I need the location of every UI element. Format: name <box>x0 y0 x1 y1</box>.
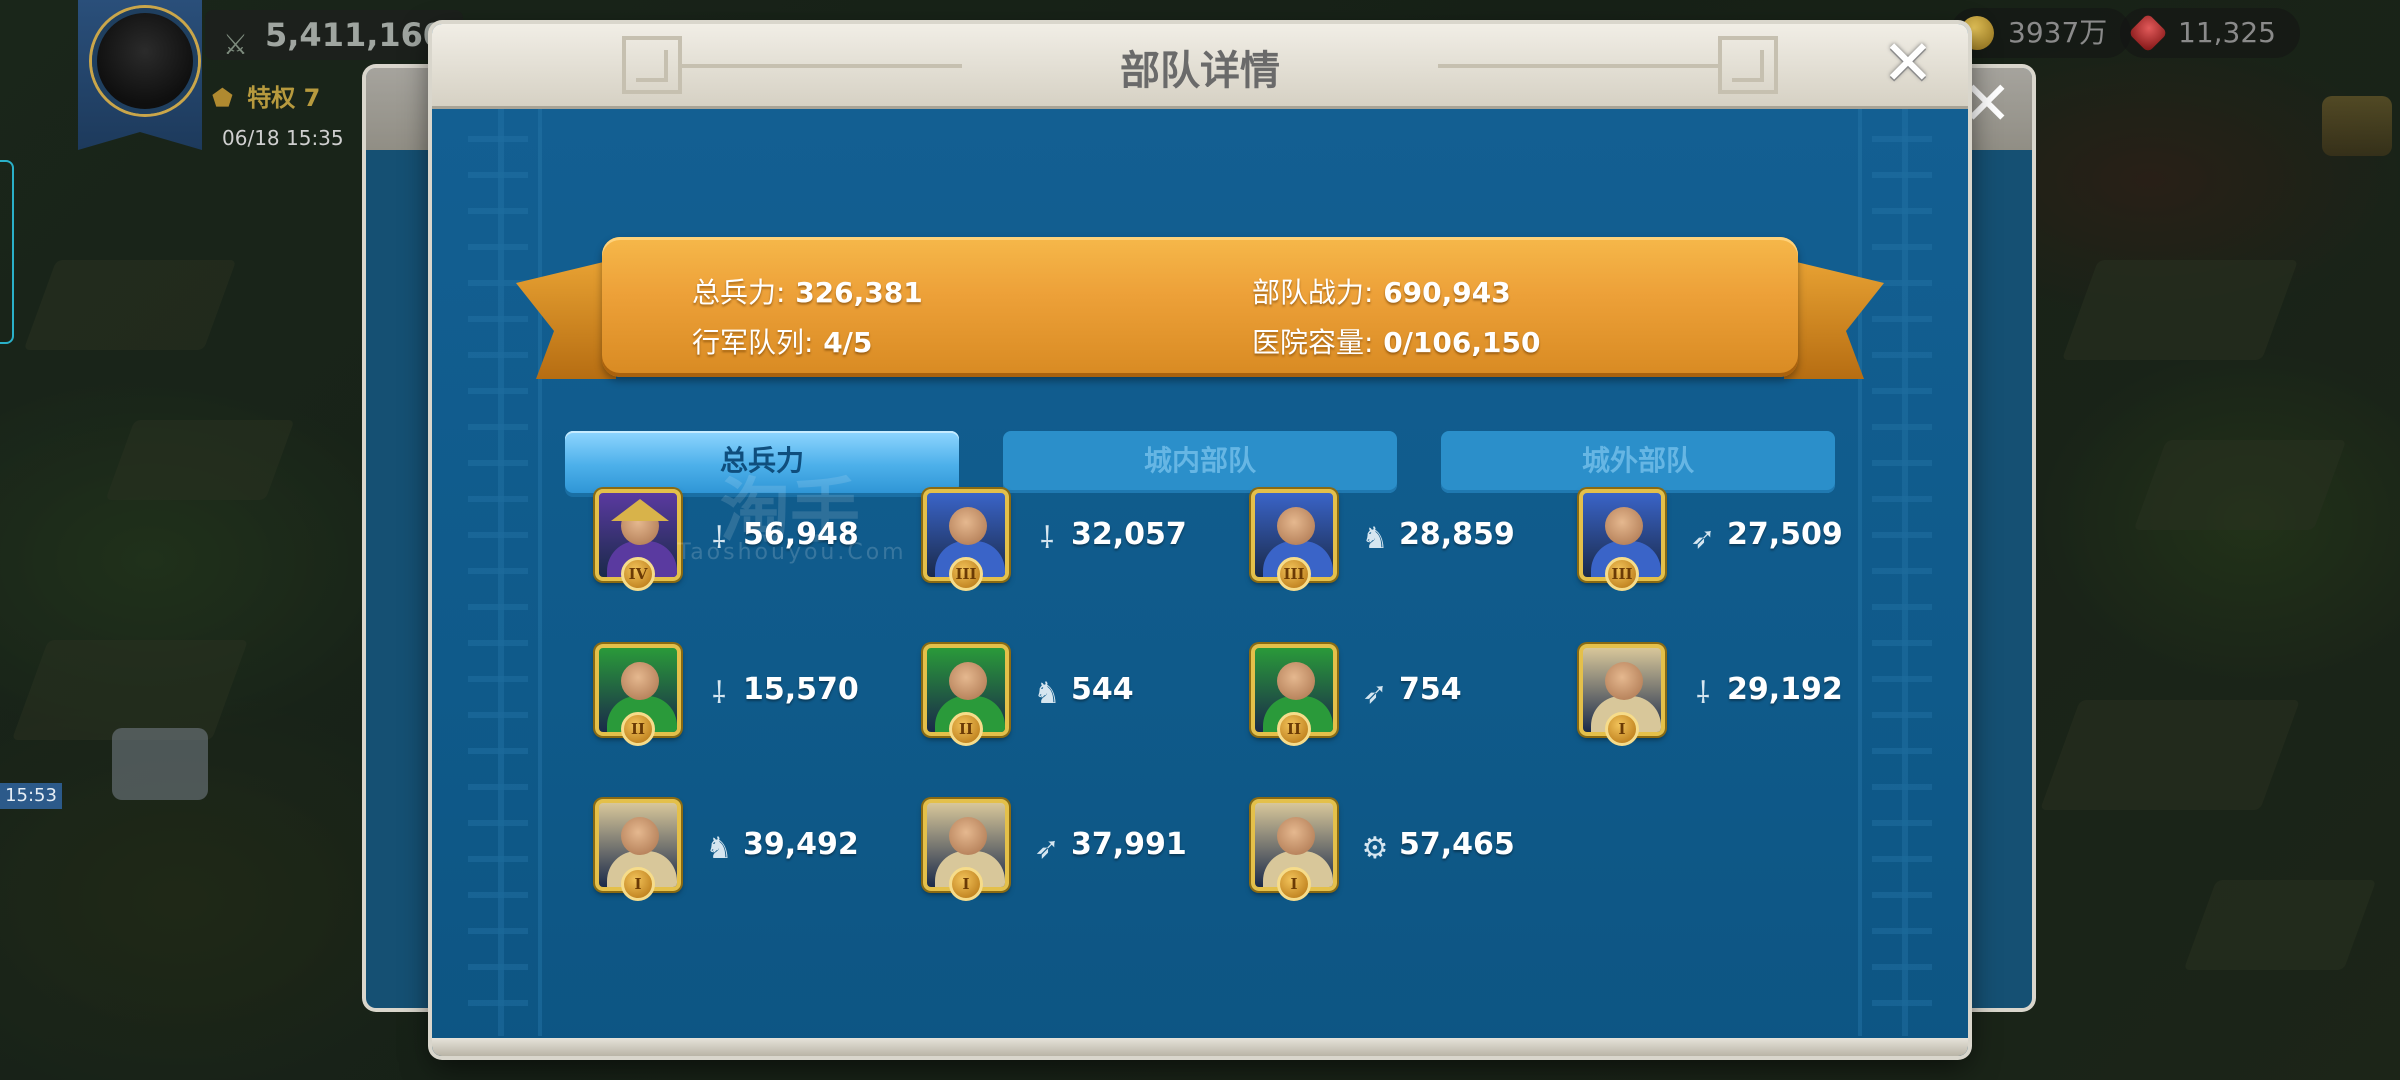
troop-power-stat: 部队战力: 690,943 <box>1252 271 1511 311</box>
gem-value: 11,325 <box>2178 16 2276 49</box>
player-power-value: 5,411,160 <box>265 16 446 54</box>
player-power[interactable]: ⚔ 5,411,160 <box>205 10 464 61</box>
troop-count: 37,991 <box>1071 827 1187 862</box>
ribbon-tail-right <box>1784 259 1884 379</box>
troop-item[interactable]: I ⸸ 29,192 <box>1579 644 1879 754</box>
troop-tier-badge: II <box>1277 712 1311 746</box>
archer-icon: ➶ <box>1034 831 1060 866</box>
troop-count: 32,057 <box>1071 517 1187 552</box>
vip-shield-icon: ⬟ <box>212 84 233 112</box>
total-troops-stat: 总兵力: 326,381 <box>692 271 923 311</box>
troop-item[interactable]: I ♞ 39,492 <box>595 799 895 909</box>
troop-tier-badge: III <box>1277 557 1311 591</box>
greek-key-border-right <box>1858 109 1932 1036</box>
vip-label: 特权 7 <box>247 84 321 112</box>
infantry-icon: ⸸ <box>711 676 727 711</box>
quest-shortcut[interactable] <box>112 728 208 800</box>
troop-count: 28,859 <box>1399 517 1515 552</box>
archer-icon: ➶ <box>1690 521 1716 556</box>
cavalry-icon: ♞ <box>1033 676 1061 711</box>
troop-power-value: 690,943 <box>1383 276 1511 309</box>
troop-count: 57,465 <box>1399 827 1515 862</box>
archer-icon: ➶ <box>1362 676 1388 711</box>
troop-item[interactable]: III ♞ 28,859 <box>1251 489 1551 599</box>
tab-troops-in-city[interactable]: 城内部队 <box>1003 431 1397 493</box>
greek-key-border-left <box>468 109 542 1036</box>
total-troops-label: 总兵力: <box>692 276 786 309</box>
troop-tier-badge: I <box>1277 867 1311 901</box>
troop-item[interactable]: III ➶ 27,509 <box>1579 489 1879 599</box>
header-line-right <box>1438 64 1718 68</box>
cavalry-icon: ♞ <box>705 831 733 866</box>
troop-tier-badge: III <box>1605 557 1639 591</box>
cavalry-icon: ♞ <box>1361 521 1389 556</box>
troop-count: 15,570 <box>743 672 859 707</box>
march-queue-value: 4/5 <box>823 326 873 359</box>
side-panel-tab[interactable] <box>0 160 14 344</box>
troop-tier-badge: II <box>621 712 655 746</box>
dialog-header: 部队详情 ✕ <box>432 24 1968 109</box>
troop-count: 544 <box>1071 672 1134 707</box>
summary-ribbon: 总兵力: 326,381 行军队列: 4/5 部队战力: 690,943 医院容… <box>602 237 1798 377</box>
watermark-subtext: Taoshouyou.Com <box>677 540 907 565</box>
troop-item[interactable]: II ➶ 754 <box>1251 644 1551 754</box>
troop-count: 29,192 <box>1727 672 1843 707</box>
troop-tier-badge: II <box>949 712 983 746</box>
troop-tier-badge: I <box>621 867 655 901</box>
troop-head-shape <box>621 817 659 855</box>
left-timer: 15:53 <box>0 783 62 809</box>
troop-count: 754 <box>1399 672 1462 707</box>
troop-item[interactable]: I ⚙ 57,465 <box>1251 799 1551 909</box>
troop-item[interactable]: II ⸸ 15,570 <box>595 644 895 754</box>
troop-head-shape <box>1605 507 1643 545</box>
troop-count: 27,509 <box>1727 517 1843 552</box>
troop-head-shape <box>949 662 987 700</box>
sword-icon: ⚔ <box>223 28 249 61</box>
hud-date: 06/18 15:35 <box>222 126 344 150</box>
dialog-footer <box>432 1038 1968 1056</box>
gem-icon <box>2128 13 2168 53</box>
hospital-capacity-label: 医院容量: <box>1252 326 1374 359</box>
troop-item[interactable]: I ➶ 37,991 <box>923 799 1223 909</box>
troop-power-label: 部队战力: <box>1252 276 1374 309</box>
troop-count: 39,492 <box>743 827 859 862</box>
ribbon-tail-left <box>516 259 616 379</box>
infantry-icon: ⸸ <box>1695 676 1711 711</box>
march-queue-stat: 行军队列: 4/5 <box>692 321 872 361</box>
header-ornament-right <box>1718 36 1778 94</box>
troop-head-shape <box>1605 662 1643 700</box>
siege-icon: ⚙ <box>1361 831 1389 866</box>
troop-item[interactable]: II ♞ 544 <box>923 644 1223 754</box>
troop-head-shape <box>1277 662 1315 700</box>
gem-resource[interactable]: 11,325 <box>2120 8 2300 58</box>
close-icon[interactable]: ✕ <box>1876 32 1940 96</box>
march-queue-label: 行军队列: <box>692 326 814 359</box>
troop-tier-badge: I <box>949 867 983 901</box>
player-avatar[interactable] <box>92 8 198 114</box>
book-icon[interactable] <box>2322 96 2392 156</box>
underlying-close-icon[interactable]: ✕ <box>1962 74 2012 134</box>
dialog-body: 总兵力: 326,381 行军队列: 4/5 部队战力: 690,943 医院容… <box>432 109 1968 1056</box>
troop-head-shape <box>1277 817 1315 855</box>
hospital-capacity-value: 0/106,150 <box>1383 326 1541 359</box>
vip-badge[interactable]: ⬟ 特权 7 <box>212 78 320 113</box>
gold-value: 3937万 <box>2008 16 2108 49</box>
total-troops-value: 326,381 <box>795 276 923 309</box>
troop-head-shape <box>1277 507 1315 545</box>
infantry-icon: ⸸ <box>1039 521 1055 556</box>
tab-troops-outside-city[interactable]: 城外部队 <box>1441 431 1835 493</box>
gold-resource[interactable]: 3937万 <box>1950 8 2132 58</box>
troop-tier-badge: I <box>1605 712 1639 746</box>
troop-head-shape <box>949 817 987 855</box>
hospital-capacity-stat: 医院容量: 0/106,150 <box>1252 321 1540 361</box>
troop-head-shape <box>621 662 659 700</box>
